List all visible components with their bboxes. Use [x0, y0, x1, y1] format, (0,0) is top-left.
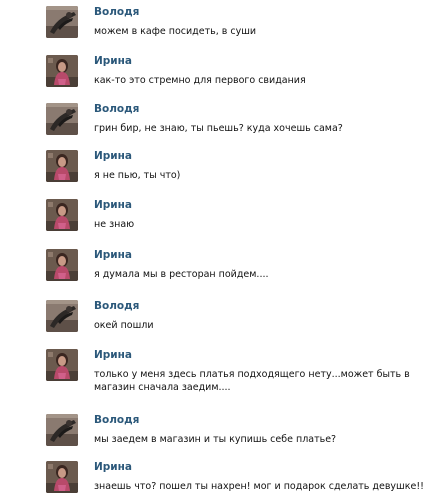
chat-history: Володя можем в кафе посидеть, в суши Ири…: [0, 0, 443, 500]
message-text: мы заедем в магазин и ты купишь себе пла…: [94, 434, 337, 445]
message-author-link[interactable]: Ирина: [94, 199, 132, 212]
volodya-avatar-icon[interactable]: [46, 6, 78, 38]
message-item: Ирина не знаю: [46, 199, 441, 239]
message-author-link[interactable]: Володя: [94, 414, 139, 427]
volodya-avatar-icon[interactable]: [46, 103, 78, 135]
irina-avatar-icon[interactable]: [46, 349, 78, 381]
message-author-link[interactable]: Ирина: [94, 55, 132, 68]
volodya-avatar-icon[interactable]: [46, 300, 78, 332]
message-item: Ирина я не пью, ты что): [46, 150, 441, 190]
message-item: Володя грин бир, не знаю, ты пьешь? куда…: [46, 103, 441, 143]
message-item: Володя мы заедем в магазин и ты купишь с…: [46, 414, 441, 454]
message-text: я не пью, ты что): [94, 170, 181, 181]
message-item: Володя окей пошли: [46, 300, 441, 340]
message-item: Ирина я думала мы в ресторан пойдем....: [46, 249, 441, 289]
irina-avatar-icon[interactable]: [46, 249, 78, 281]
message-item: Ирина только у меня здесь платья подходя…: [46, 349, 441, 405]
message-item: Володя можем в кафе посидеть, в суши: [46, 6, 441, 46]
message-author-link[interactable]: Володя: [94, 6, 139, 19]
irina-avatar-icon[interactable]: [46, 55, 78, 87]
irina-avatar-icon[interactable]: [46, 461, 78, 493]
irina-avatar-icon[interactable]: [46, 150, 78, 182]
message-item: Ирина знаешь что? пошел ты нахрен! мог и…: [46, 461, 441, 501]
message-author-link[interactable]: Ирина: [94, 150, 132, 163]
message-text: можем в кафе посидеть, в суши: [94, 26, 257, 37]
message-text: я думала мы в ресторан пойдем....: [94, 269, 269, 280]
message-author-link[interactable]: Володя: [94, 300, 139, 313]
message-text: не знаю: [94, 219, 135, 230]
irina-avatar-icon[interactable]: [46, 199, 78, 231]
message-item: Ирина как-то это стремно для первого сви…: [46, 55, 441, 95]
message-author-link[interactable]: Володя: [94, 103, 139, 116]
message-text: как-то это стремно для первого свидания: [94, 75, 306, 86]
message-author-link[interactable]: Ирина: [94, 249, 132, 262]
message-text: грин бир, не знаю, ты пьешь? куда хочешь…: [94, 123, 343, 134]
message-text: только у меня здесь платья подходящего н…: [94, 369, 413, 393]
message-author-link[interactable]: Ирина: [94, 349, 132, 362]
message-text: окей пошли: [94, 320, 154, 331]
volodya-avatar-icon[interactable]: [46, 414, 78, 446]
message-author-link[interactable]: Ирина: [94, 461, 132, 474]
message-text: знаешь что? пошел ты нахрен! мог и подар…: [94, 481, 424, 492]
